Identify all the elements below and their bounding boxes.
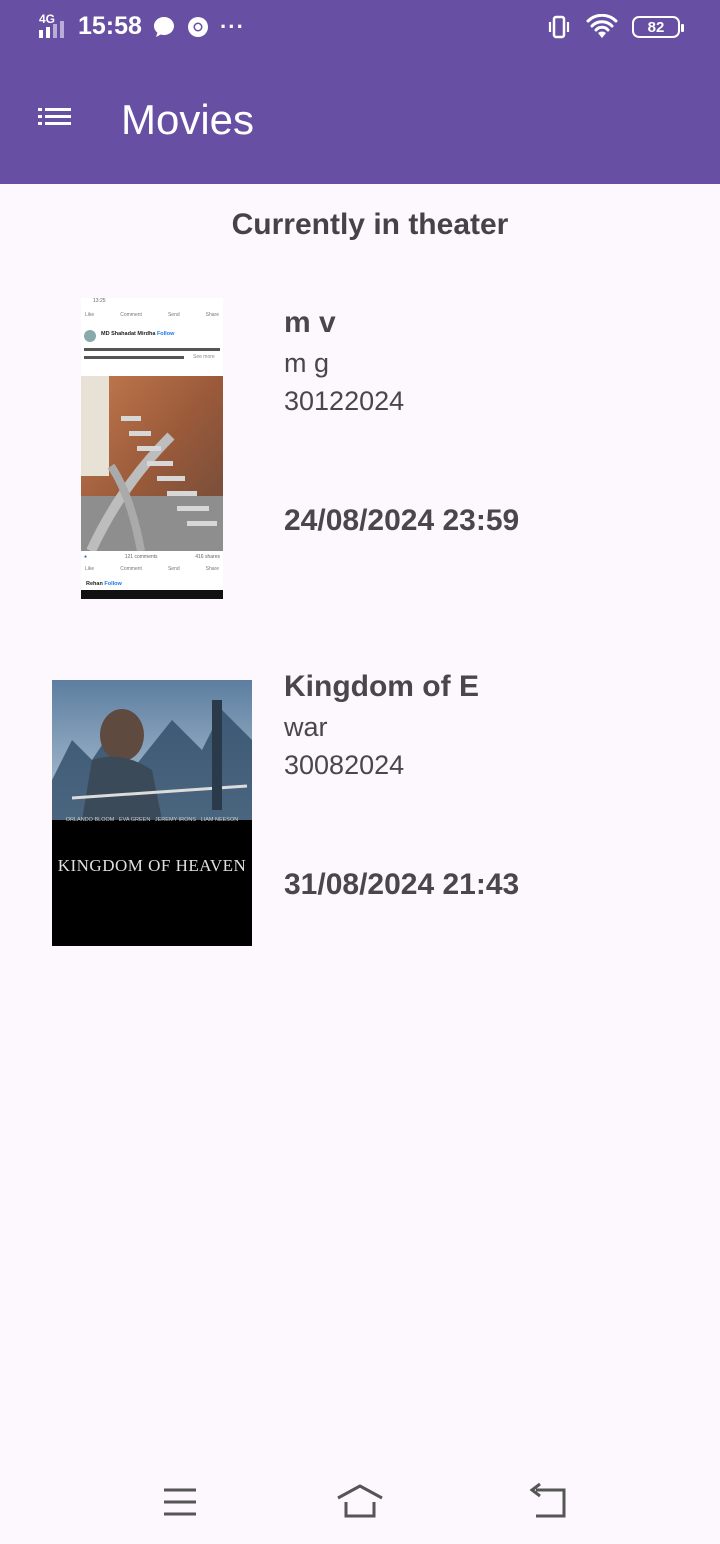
movie-card[interactable]: ORLANDO BLOOM EVA GREEN JEREMY IRONS LIA… (0, 660, 720, 980)
movie-code: 30122024 (284, 386, 405, 416)
status-time: 15:58 (78, 12, 142, 40)
section-title: Currently in theater (231, 208, 509, 241)
movie-title: m v (284, 306, 336, 339)
back-icon[interactable] (518, 1480, 578, 1524)
vibrate-icon (548, 15, 570, 39)
movie-title: Kingdom of E (284, 670, 479, 703)
author-avatar (84, 330, 96, 342)
poster-title: KINGDOM OF HEAVEN (57, 856, 247, 875)
movie-poster-image: ORLANDO BLOOM EVA GREEN JEREMY IRONS LIA… (52, 680, 252, 946)
movie-poster-image: 13:25 Like Comment Send Share MD Shahada… (81, 298, 223, 599)
page-title: Movies (121, 96, 255, 143)
staircase-photo (81, 376, 223, 551)
app-bar: 4G 15:58 ··· 82 Movies (0, 0, 720, 184)
chat-bubble-icon (153, 16, 174, 37)
more-notifications-icon: ··· (219, 13, 245, 39)
signal-4g-icon: 4G (38, 12, 68, 40)
movie-genre: m g (284, 348, 330, 378)
home-icon[interactable] (330, 1480, 390, 1524)
wifi-icon (586, 14, 618, 38)
navigation-bar (0, 1460, 720, 1544)
movie-datetime: 31/08/2024 21:43 (284, 868, 520, 901)
toolbar: Movies (0, 68, 720, 176)
movie-code: 30082024 (284, 750, 405, 780)
movie-card[interactable]: 13:25 Like Comment Send Share MD Shahada… (0, 290, 720, 610)
movie-genre: war (284, 712, 328, 742)
poster-artwork (52, 680, 252, 820)
status-bar: 4G 15:58 ··· 82 (0, 0, 720, 56)
recents-icon[interactable] (150, 1480, 210, 1524)
battery-indicator: 82 (632, 16, 684, 38)
chrome-icon (187, 16, 208, 37)
list-menu-icon[interactable] (34, 102, 78, 136)
movie-datetime: 24/08/2024 23:59 (284, 504, 520, 537)
